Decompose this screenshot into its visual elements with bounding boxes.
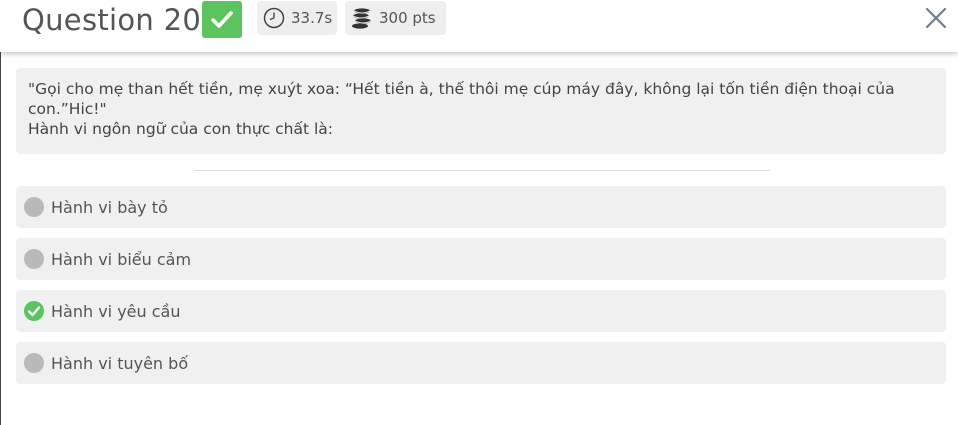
answer-option-3[interactable]: Hành vi yêu cầu (16, 290, 946, 332)
answer-option-4[interactable]: Hành vi tuyên bố (16, 342, 946, 384)
clock-icon (263, 7, 285, 29)
radio-icon (24, 249, 44, 269)
coins-icon (351, 7, 373, 29)
window-border (0, 0, 1, 425)
radio-icon (24, 197, 44, 217)
answer-status-badge (202, 1, 242, 38)
timer-badge: 33.7s (257, 1, 337, 35)
question-prompt: "Gọi cho mẹ than hết tiền, mẹ xuýt xoa: … (28, 80, 895, 118)
check-icon (211, 10, 233, 28)
question-title: Question 20 (22, 3, 202, 37)
answer-option-1[interactable]: Hành vi bày tỏ (16, 186, 946, 228)
answer-label: Hành vi yêu cầu (51, 301, 181, 321)
points-value: 300 pts (379, 9, 436, 27)
answer-option-2[interactable]: Hành vi biểu cảm (16, 238, 946, 280)
question-text-box: "Gọi cho mẹ than hết tiền, mẹ xuýt xoa: … (16, 68, 946, 154)
divider (194, 170, 770, 171)
question-instruction: Hành vi ngôn ngữ của con thực chất là: (28, 120, 334, 138)
radio-icon (24, 353, 44, 373)
check-circle-icon (24, 301, 44, 321)
points-badge: 300 pts (345, 1, 446, 35)
answer-label: Hành vi tuyên bố (51, 353, 189, 373)
answer-label: Hành vi biểu cảm (51, 249, 192, 269)
close-icon (925, 7, 947, 29)
quiz-header: Question 20 33.7s 300 pts (0, 0, 958, 52)
timer-value: 33.7s (291, 9, 333, 27)
answer-label: Hành vi bày tỏ (51, 197, 168, 217)
close-button[interactable] (922, 4, 950, 32)
